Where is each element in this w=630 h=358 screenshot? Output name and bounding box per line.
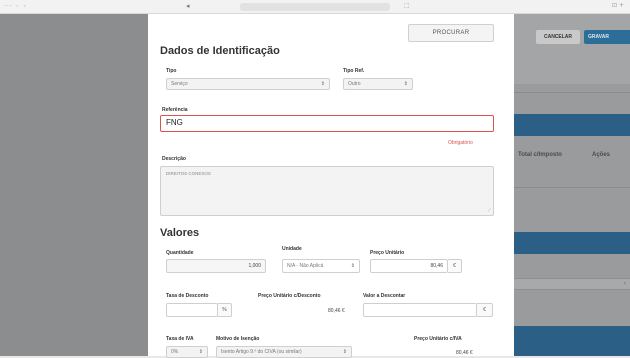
quantidade-label: Quantidade — [166, 250, 194, 256]
preco-iva-value: 80,46 € — [456, 350, 473, 356]
currency-addon: € — [448, 259, 462, 273]
valor-descontar-input[interactable] — [363, 303, 477, 317]
taxa-iva-label: Taxa de IVA — [166, 336, 194, 342]
select-caret-icon: ⇕ — [350, 263, 355, 269]
taxa-desconto-label: Taxa de Desconto — [166, 293, 209, 299]
section-title-values: Valores — [160, 227, 200, 239]
tipo-ref-select[interactable]: Outro ⇕ — [343, 78, 413, 90]
preco-unitario-input[interactable]: 80,46 — [370, 259, 448, 273]
chevron-right-icon: › — [623, 280, 626, 287]
percent-addon: % — [218, 303, 232, 317]
select-caret-icon: ⇕ — [403, 81, 408, 87]
back-arrow-icon[interactable]: ◂ — [186, 2, 190, 10]
referencia-input[interactable]: FNG — [160, 115, 494, 132]
section-title-identification: Dados de Identificação — [160, 45, 280, 57]
motivo-isencao-label: Motivo de Isenção — [216, 336, 260, 342]
motivo-isencao-select[interactable]: Isento Artigo 9.º do CIVA (ou similar) ⇕ — [216, 346, 352, 358]
descricao-label: Descrição — [162, 156, 186, 162]
url-bar[interactable] — [240, 3, 390, 11]
backdrop-blue-bar — [514, 232, 630, 254]
currency-addon: € — [477, 303, 493, 317]
backdrop-blue-bar — [514, 326, 630, 356]
preco-desconto-value: 80,46 € — [328, 308, 345, 314]
col-total: Total c/Imposto — [518, 152, 562, 158]
save-button[interactable]: GRAVAR — [584, 30, 630, 44]
backdrop-select: › — [514, 278, 630, 290]
taxa-iva-value: 0% — [171, 349, 179, 355]
preco-unitario-label: Preço Unitário — [370, 250, 405, 256]
tipo-select[interactable]: Serviço ⇕ — [166, 78, 330, 90]
unidade-label: Unidade — [282, 246, 302, 252]
select-caret-icon: ⇕ — [320, 81, 325, 87]
backdrop-left — [0, 14, 148, 356]
preco-iva-label: Preço Unitário c/IVA — [414, 336, 462, 342]
col-actions: Ações — [592, 152, 611, 158]
share-icon[interactable]: ⬚ — [404, 2, 410, 9]
divider — [514, 92, 630, 93]
browser-toolbar: ··· ◦ ◦ ◂ ⬚ ⊡ + — [0, 0, 630, 14]
taxa-desconto-input[interactable] — [166, 303, 218, 317]
resize-grip-icon[interactable]: ⟋ — [487, 208, 491, 214]
motivo-isencao-value: Isento Artigo 9.º do CIVA (ou similar) — [221, 349, 302, 355]
quantidade-input[interactable]: 1,000 — [166, 259, 266, 273]
backdrop-table-header: Total c/Imposto Ações — [514, 147, 630, 165]
tipo-label: Tipo — [166, 68, 177, 74]
unidade-select[interactable]: N/A - Não Aplicá ⇕ — [282, 259, 360, 273]
descricao-value: DIREITOS CONEXOS — [166, 171, 211, 176]
backdrop-header — [514, 14, 630, 84]
required-message: Obrigatório — [448, 140, 473, 146]
tipo-value: Serviço — [171, 81, 188, 87]
search-button[interactable]: PROCURAR — [408, 24, 494, 42]
unidade-value: N/A - Não Aplicá — [287, 263, 324, 269]
valor-descontar-label: Valor a Descontar — [363, 293, 406, 299]
descricao-textarea[interactable]: DIREITOS CONEXOS ⟋ — [160, 166, 494, 216]
taxa-iva-select[interactable]: 0% ⇕ — [166, 346, 208, 358]
cancel-button[interactable]: CANCELAR — [536, 30, 580, 44]
divider — [514, 187, 630, 188]
referencia-label: Referência — [162, 107, 188, 113]
tipo-ref-value: Outro — [348, 81, 361, 87]
preco-desconto-label: Preço Unitário c/Desconto — [258, 293, 321, 299]
window-controls[interactable]: ··· ◦ ◦ — [4, 3, 28, 10]
item-modal: PROCURAR Dados de Identificação Tipo Ser… — [148, 14, 514, 358]
backdrop-blue-bar — [514, 114, 630, 136]
browser-actions-icon[interactable]: ⊡ + — [612, 2, 624, 9]
tipo-ref-label: Tipo Ref. — [343, 68, 365, 74]
